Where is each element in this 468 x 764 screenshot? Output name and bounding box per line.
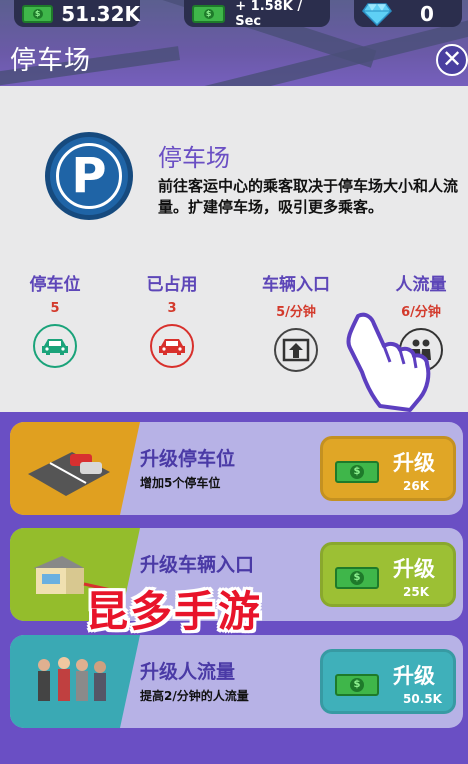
parking-badge-icon: P <box>45 132 133 220</box>
cash-value: 51.32K <box>61 1 140 26</box>
gem-value: 0 <box>420 1 434 26</box>
upgrade-title: 升级停车位 <box>140 448 236 470</box>
cash-icon: $ <box>335 461 379 483</box>
close-icon: ✕ <box>441 45 463 73</box>
info-title: 停车场 <box>158 144 230 172</box>
cash-icon: $ <box>335 674 379 696</box>
upgrade-price: 26K <box>403 479 429 493</box>
stat-value: 5 <box>50 301 60 316</box>
pointing-hand-icon <box>346 312 431 412</box>
cash-icon: $ <box>22 4 54 23</box>
income-rate-counter: $ + 1.58K / Sec <box>184 0 330 29</box>
cash-counter: $ 51.32K <box>14 0 140 27</box>
upgrade-entrance-button[interactable]: $ 升级 25K <box>320 542 456 607</box>
upgrade-button-label: 升级 <box>393 451 435 475</box>
upgrade-price: 25K <box>403 585 429 599</box>
close-button[interactable]: ✕ <box>436 44 468 76</box>
income-rate-value: + 1.58K / Sec <box>235 0 303 29</box>
parking-letter: P <box>56 143 122 209</box>
stat-occupied: 已占用 3 <box>127 270 217 368</box>
car-icon <box>33 324 77 368</box>
upgrade-parking-button[interactable]: $ 升级 26K <box>320 436 456 501</box>
upgrade-button-label: 升级 <box>393 557 435 581</box>
upgrade-foot-traffic-button[interactable]: $ 升级 50.5K <box>320 649 456 714</box>
stat-value: 3 <box>167 301 177 316</box>
stat-parking-spaces: 停车位 5 <box>10 270 100 368</box>
car-icon <box>150 324 194 368</box>
cash-icon: $ <box>335 567 379 589</box>
upgrade-title: 升级车辆入口 <box>140 554 255 576</box>
stat-label: 车辆入口 <box>262 275 330 295</box>
entrance-icon <box>274 328 318 372</box>
stat-vehicle-entrance: 车辆入口 5/分钟 <box>251 270 341 372</box>
stat-label: 停车位 <box>29 275 81 295</box>
diamond-icon <box>362 2 392 26</box>
info-description: 前往客运中心的乘客取决于停车场大小和人流量。扩建停车场，吸引更多乘客。 <box>158 177 459 216</box>
stat-label: 人流量 <box>395 275 447 295</box>
watermark: 昆多手游 <box>86 587 263 636</box>
page-title: 停车场 <box>10 46 92 76</box>
stat-label: 已占用 <box>146 275 198 295</box>
upgrade-title: 升级人流量 <box>140 661 236 683</box>
upgrade-button-label: 升级 <box>393 664 435 688</box>
upgrade-price: 50.5K <box>403 692 442 706</box>
upgrade-subtitle: 提高2/分钟的人流量 <box>140 689 249 703</box>
cash-icon: $ <box>192 4 226 23</box>
crowd-icon <box>10 635 140 728</box>
upgrade-subtitle: 增加5个停车位 <box>140 476 221 490</box>
upgrade-card-foot-traffic: 升级人流量 提高2/分钟的人流量 $ 升级 50.5K <box>10 635 463 728</box>
stat-value: 5/分钟 <box>276 305 316 320</box>
gem-counter[interactable]: 0 <box>354 0 462 27</box>
parking-lot-icon <box>10 422 140 515</box>
upgrade-card-parking: 升级停车位 增加5个停车位 $ 升级 26K <box>10 422 463 515</box>
